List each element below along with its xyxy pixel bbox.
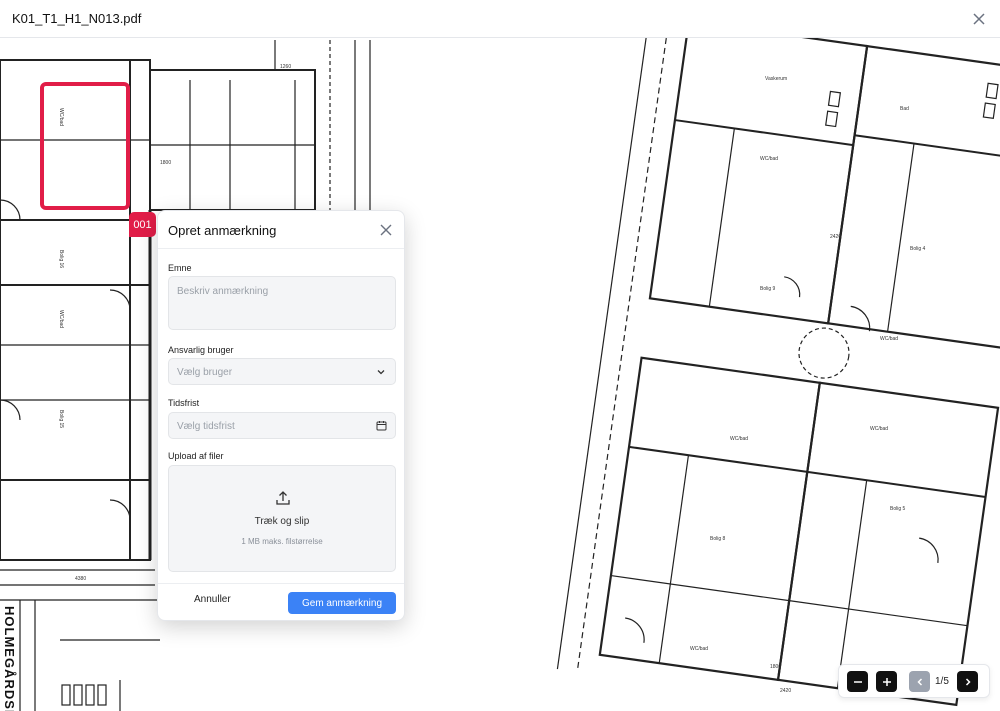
- calendar-icon: [376, 421, 387, 431]
- svg-text:WC/bad: WC/bad: [730, 436, 748, 442]
- floor-plan-drawing: WC/bad Bolig 16 WC/bad Bolig 15 1800 438…: [0, 38, 1000, 711]
- svg-text:Bolig 4: Bolig 4: [910, 246, 926, 252]
- responsible-user-label: Ansvarlig bruger: [168, 345, 234, 355]
- svg-text:Bolig 16: Bolig 16: [58, 250, 64, 268]
- previous-page-button[interactable]: [909, 671, 930, 692]
- annotation-number-badge[interactable]: 001: [129, 212, 156, 237]
- file-dropzone[interactable]: Træk og slip 1 MB maks. filstørrelse: [168, 465, 396, 572]
- upload-icon: [276, 491, 290, 505]
- cancel-button[interactable]: Annuller: [194, 594, 231, 605]
- zoom-out-button[interactable]: [847, 671, 868, 692]
- dialog-header: Opret anmærkning: [158, 211, 404, 249]
- deadline-date-picker[interactable]: Vælg tidsfrist: [168, 412, 396, 439]
- dropzone-title: Træk og slip: [254, 516, 310, 527]
- dropzone-hint: 1 MB maks. filstørrelse: [241, 537, 323, 546]
- responsible-user-select[interactable]: Vælg bruger: [168, 358, 396, 385]
- minus-icon: [853, 680, 862, 683]
- deadline-placeholder: Vælg tidsfrist: [177, 421, 235, 432]
- svg-text:WC/bad: WC/bad: [880, 336, 898, 342]
- svg-text:1800: 1800: [770, 664, 781, 670]
- plus-icon: [882, 677, 891, 686]
- svg-text:Bolig 15: Bolig 15: [58, 410, 64, 428]
- next-page-button[interactable]: [957, 671, 978, 692]
- svg-text:2420: 2420: [830, 234, 841, 240]
- svg-text:WC/bad: WC/bad: [58, 310, 64, 328]
- close-icon[interactable]: [379, 223, 393, 237]
- svg-text:WC/bad: WC/bad: [760, 156, 778, 162]
- svg-text:4380: 4380: [75, 576, 86, 582]
- drawing-canvas[interactable]: WC/bad Bolig 16 WC/bad Bolig 15 1800 438…: [0, 38, 1000, 711]
- save-annotation-button[interactable]: Gem anmærkning: [288, 592, 396, 614]
- svg-text:Bolig 9: Bolig 9: [760, 286, 776, 292]
- svg-text:1260: 1260: [280, 64, 291, 70]
- viewer-header: K01_T1_H1_N013.pdf: [0, 0, 1000, 38]
- upload-label: Upload af filer: [168, 451, 224, 461]
- page-indicator: 1/5: [935, 676, 949, 687]
- chevron-down-icon: [377, 370, 385, 375]
- subject-textarea[interactable]: Beskriv anmærkning: [168, 276, 396, 330]
- chevron-right-icon: [965, 677, 971, 686]
- viewer-controls: 1/5: [838, 664, 990, 698]
- chevron-left-icon: [916, 677, 922, 686]
- zoom-in-button[interactable]: [876, 671, 897, 692]
- svg-text:Bolig 8: Bolig 8: [710, 536, 726, 542]
- svg-text:2420: 2420: [780, 688, 791, 694]
- deadline-label: Tidsfrist: [168, 398, 200, 408]
- close-icon[interactable]: [970, 10, 988, 28]
- dialog-footer: Annuller Gem anmærkning: [158, 583, 404, 621]
- annotation-area-marker[interactable]: [40, 82, 130, 210]
- responsible-user-placeholder: Vælg bruger: [177, 367, 233, 378]
- svg-text:Bad: Bad: [900, 106, 909, 112]
- svg-text:Vaskerum: Vaskerum: [765, 76, 787, 82]
- subject-label: Emne: [168, 263, 192, 273]
- svg-text:Bolig 5: Bolig 5: [890, 506, 906, 512]
- drawing-title-block: HOLMEGÅRDSP: [2, 606, 17, 711]
- svg-text:1800: 1800: [160, 160, 171, 166]
- svg-text:WC/bad: WC/bad: [870, 426, 888, 432]
- file-title: K01_T1_H1_N013.pdf: [12, 11, 142, 26]
- svg-text:WC/bad: WC/bad: [690, 646, 708, 652]
- dialog-title: Opret anmærkning: [168, 223, 277, 238]
- create-annotation-dialog: Opret anmærkning Emne Beskriv anmærkning…: [157, 210, 405, 621]
